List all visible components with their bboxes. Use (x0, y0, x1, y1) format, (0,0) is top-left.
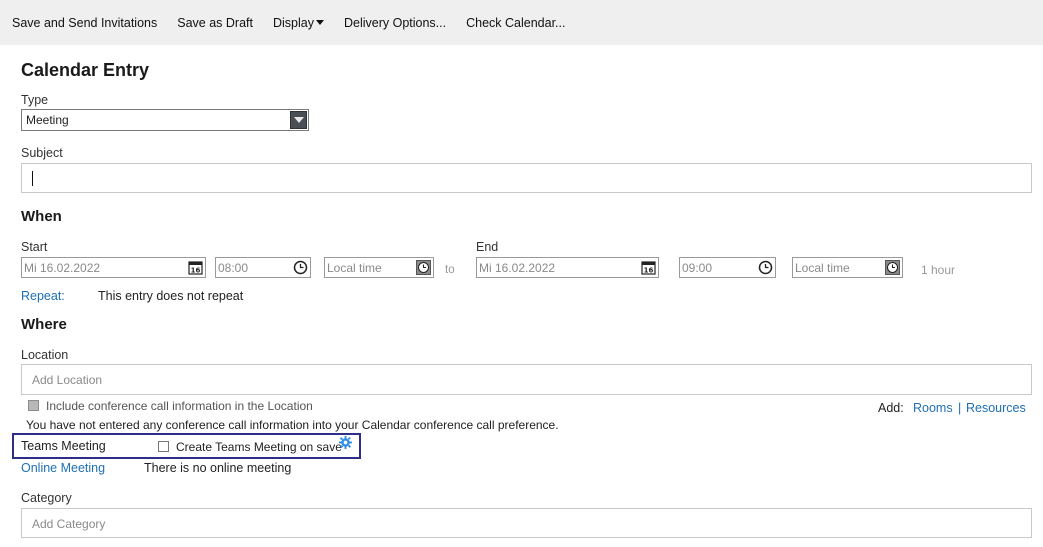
online-meeting-value: There is no online meeting (144, 461, 292, 475)
end-date-input[interactable]: Mi 16.02.2022 16 (476, 257, 659, 278)
clock-icon[interactable] (758, 260, 773, 275)
category-placeholder: Add Category (32, 517, 106, 531)
timezone-icon[interactable] (885, 260, 900, 275)
end-timezone-input[interactable]: Local time (792, 257, 903, 278)
delivery-options-button[interactable]: Delivery Options... (344, 16, 446, 30)
category-label: Category (21, 491, 72, 505)
page-title: Calendar Entry (21, 60, 150, 80)
end-time-value: 09:00 (682, 261, 713, 275)
end-label: End (476, 240, 499, 254)
type-select-value: Meeting (26, 113, 69, 127)
start-label: Start (21, 240, 48, 254)
end-timezone-value: Local time (795, 261, 850, 275)
text-cursor (32, 171, 33, 186)
type-select[interactable]: Meeting (21, 109, 309, 131)
gear-icon[interactable] (339, 436, 352, 449)
end-date-value: Mi 16.02.2022 (479, 261, 556, 275)
repeat-value: This entry does not repeat (98, 289, 244, 303)
check-calendar-button[interactable]: Check Calendar... (466, 16, 565, 30)
subject-input[interactable] (21, 163, 1032, 193)
include-conference-checkbox[interactable] (28, 400, 39, 411)
when-heading: When (21, 208, 62, 225)
location-placeholder: Add Location (32, 373, 103, 387)
create-teams-meeting-checkbox[interactable] (158, 441, 169, 452)
resources-link[interactable]: Resources (966, 401, 1026, 415)
calendar-icon[interactable]: 16 (188, 260, 203, 275)
where-heading: Where (21, 316, 67, 333)
start-time-value: 08:00 (218, 261, 249, 275)
calendar-icon[interactable]: 16 (641, 260, 656, 275)
toolbar: Save and Send Invitations Save as Draft … (0, 0, 1043, 45)
create-teams-meeting-label: Create Teams Meeting on save (176, 440, 342, 454)
include-conference-label: Include conference call information in t… (46, 399, 313, 413)
to-label: to (445, 264, 455, 276)
type-label: Type (21, 93, 49, 107)
add-label: Add: (878, 401, 904, 415)
location-input[interactable]: Add Location (21, 364, 1032, 395)
svg-text:16: 16 (644, 267, 654, 275)
timezone-icon[interactable] (416, 260, 431, 275)
end-time-input[interactable]: 09:00 (679, 257, 776, 278)
online-meeting-link[interactable]: Online Meeting (21, 461, 105, 475)
clock-icon[interactable] (293, 260, 308, 275)
start-timezone-value: Local time (327, 261, 382, 275)
subject-label: Subject (21, 146, 63, 160)
display-menu-button[interactable]: Display (273, 16, 324, 30)
category-input[interactable]: Add Category (21, 508, 1032, 538)
location-label: Location (21, 348, 69, 362)
start-date-value: Mi 16.02.2022 (24, 261, 101, 275)
duration-label: 1 hour (921, 263, 956, 277)
start-timezone-input[interactable]: Local time (324, 257, 434, 278)
teams-meeting-label: Teams Meeting (21, 439, 106, 453)
save-as-draft-button[interactable]: Save as Draft (177, 16, 253, 30)
conference-note: You have not entered any conference call… (26, 418, 559, 432)
start-time-input[interactable]: 08:00 (215, 257, 311, 278)
start-date-input[interactable]: Mi 16.02.2022 16 (21, 257, 206, 278)
svg-text:16: 16 (191, 267, 201, 275)
link-separator: | (958, 401, 962, 415)
rooms-link[interactable]: Rooms (913, 401, 953, 415)
repeat-link[interactable]: Repeat: (21, 289, 65, 303)
dropdown-arrow-icon[interactable] (290, 111, 307, 129)
caret-down-icon (315, 20, 324, 25)
display-label: Display (272, 15, 314, 30)
save-and-send-invitations-button[interactable]: Save and Send Invitations (12, 16, 157, 30)
